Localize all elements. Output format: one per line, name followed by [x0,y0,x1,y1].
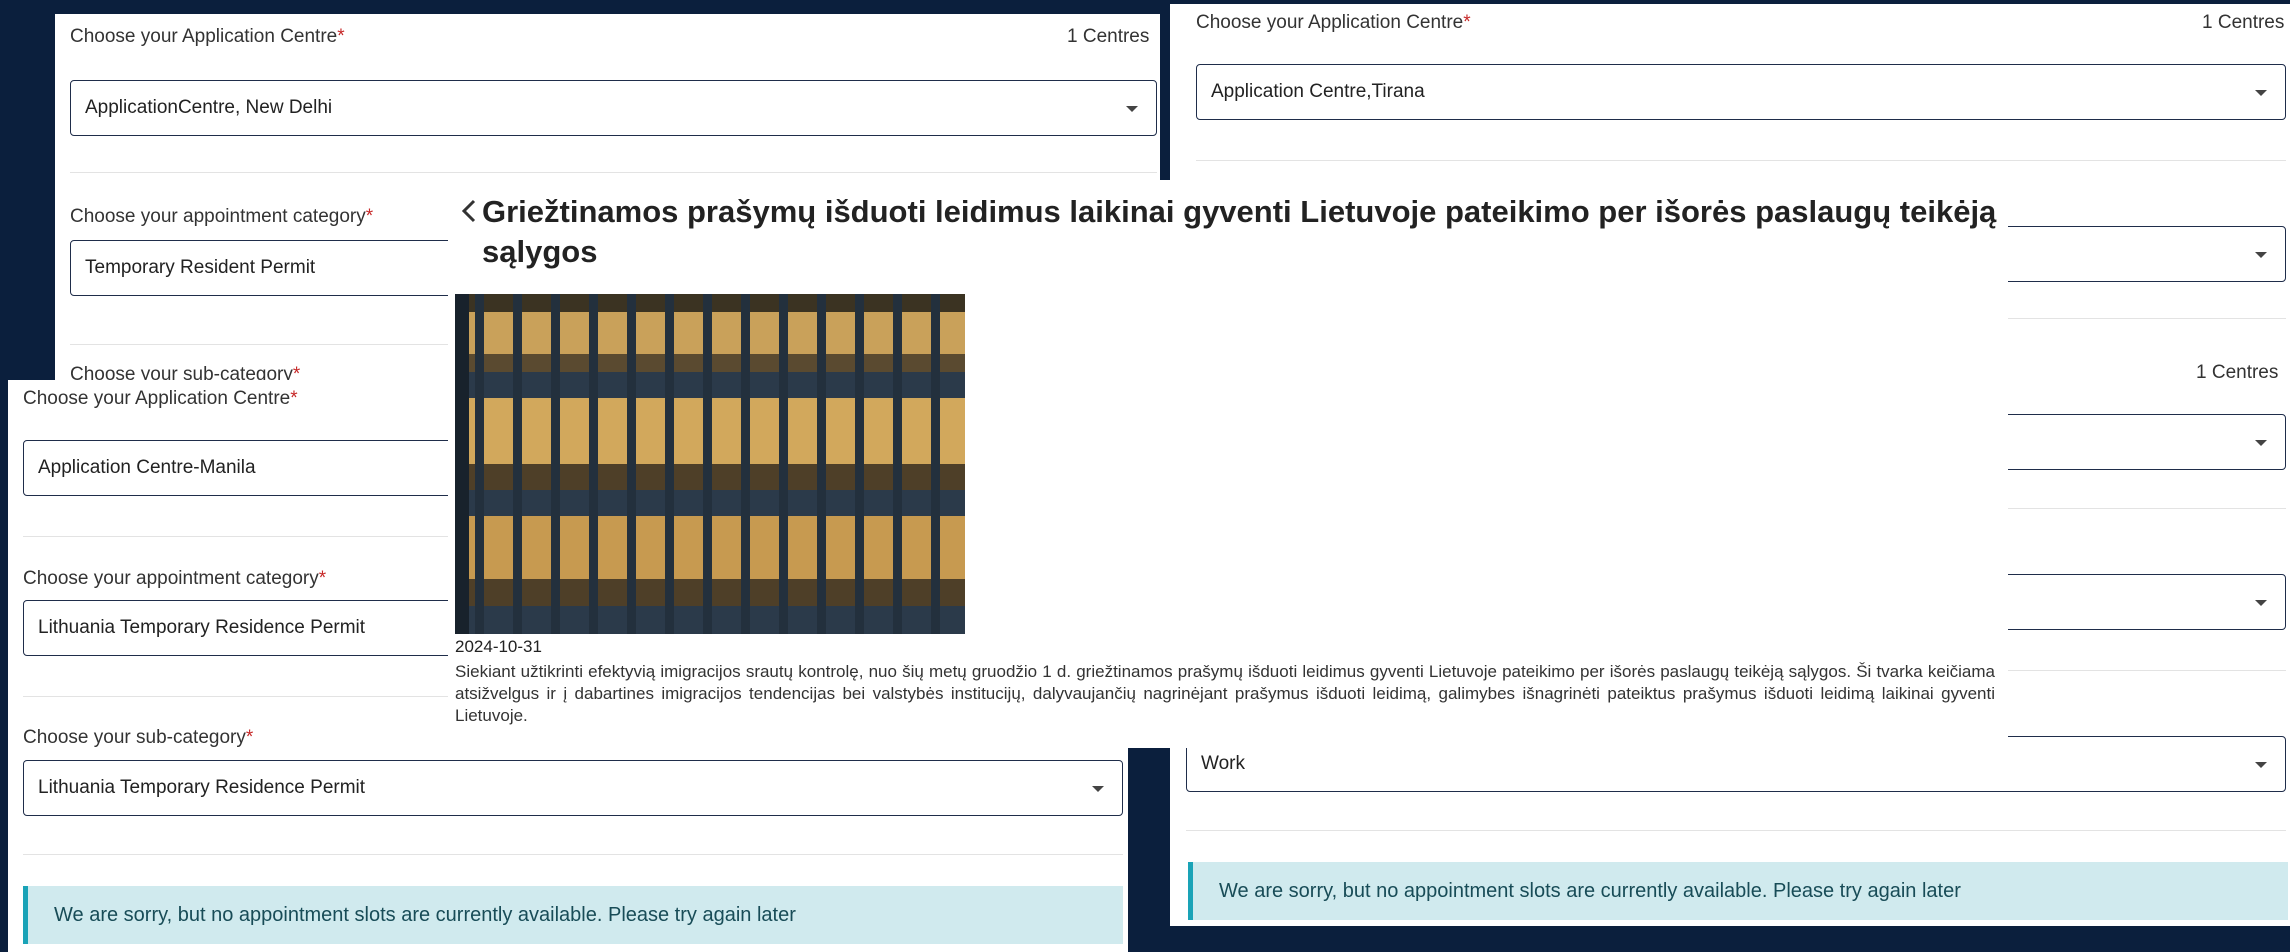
centre-count: 1 Centres [2202,12,2285,33]
chevron-down-icon [2255,440,2267,446]
category-label: Choose your appointment category* [23,568,326,590]
subcategory-select-value: Work [1201,753,1245,774]
centre-label-text: Choose your Application Centre [23,388,291,409]
office-building-photo [455,294,965,634]
subcategory-label: Choose your sub-category* [23,727,253,749]
chevron-down-icon [1092,786,1104,792]
category-label: Choose your appointment category* [70,206,373,228]
centre-label: Choose your Application Centre* [70,26,345,48]
divider [1196,160,2286,161]
required-marker: * [318,568,327,589]
divider [1186,830,2286,831]
no-slots-alert: We are sorry, but no appointment slots a… [23,886,1123,944]
centre-select[interactable]: Application Centre,Tirana [1196,64,2286,120]
subcategory-select[interactable]: Lithuania Temporary Residence Permit [23,760,1123,816]
chevron-down-icon [2255,90,2267,96]
required-marker: * [337,26,345,47]
chevron-down-icon [1126,106,1138,112]
centre-select-value: Application Centre,Tirana [1211,81,1425,102]
chevron-left-icon[interactable] [458,195,480,227]
article-date: 2024-10-31 [455,637,542,656]
required-marker: * [245,727,254,748]
article-title-text: Griežtinamos prašymų išduoti leidimus la… [482,194,1997,269]
article-body: Siekiant užtikrinti efektyvią imigracijo… [455,662,1995,725]
centre-select-value: Application Centre-Manila [38,457,256,478]
centre-count: 1 Centres [1067,26,1150,47]
centre-label: Choose your Application Centre* [1196,12,1471,34]
category-select-value: Lithuania Temporary Residence Permit [38,617,366,638]
divider [70,172,1157,173]
centre-label: Choose your Application Centre* [23,388,298,410]
centre-label-text: Choose your Application Centre [1196,12,1464,33]
category-select-value: Temporary Resident Permit [85,257,316,278]
centre-count-2: 1 Centres [2196,362,2279,383]
centre-label-text: Choose your Application Centre [70,26,338,47]
centre-select-value: ApplicationCentre, New Delhi [85,97,333,118]
centre-select[interactable]: ApplicationCentre, New Delhi [70,80,1157,136]
chevron-down-icon [2255,762,2267,768]
category-label-text: Choose your appointment category [70,206,366,227]
news-article: Griežtinamos prašymų išduoti leidimus la… [448,180,2008,748]
category-label-text: Choose your appointment category [23,568,319,589]
no-slots-alert: We are sorry, but no appointment slots a… [1188,862,2288,920]
article-title: Griežtinamos prašymų išduoti leidimus la… [482,192,2002,272]
chevron-down-icon [2255,600,2267,606]
subcategory-select-value: Lithuania Temporary Residence Permit [38,777,366,798]
required-marker: * [365,206,374,227]
required-marker: * [290,388,298,409]
chevron-down-icon [2255,252,2267,258]
subcategory-label-text: Choose your sub-category [23,727,246,748]
required-marker: * [1463,12,1471,33]
divider [23,854,1123,855]
